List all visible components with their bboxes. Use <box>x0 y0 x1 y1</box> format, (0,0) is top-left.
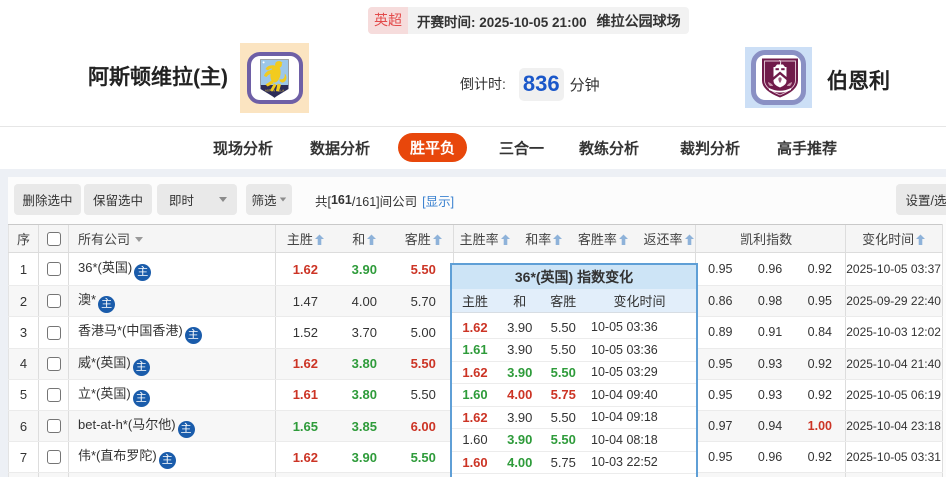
svg-text:ASTON VILLA: ASTON VILLA <box>265 88 284 92</box>
